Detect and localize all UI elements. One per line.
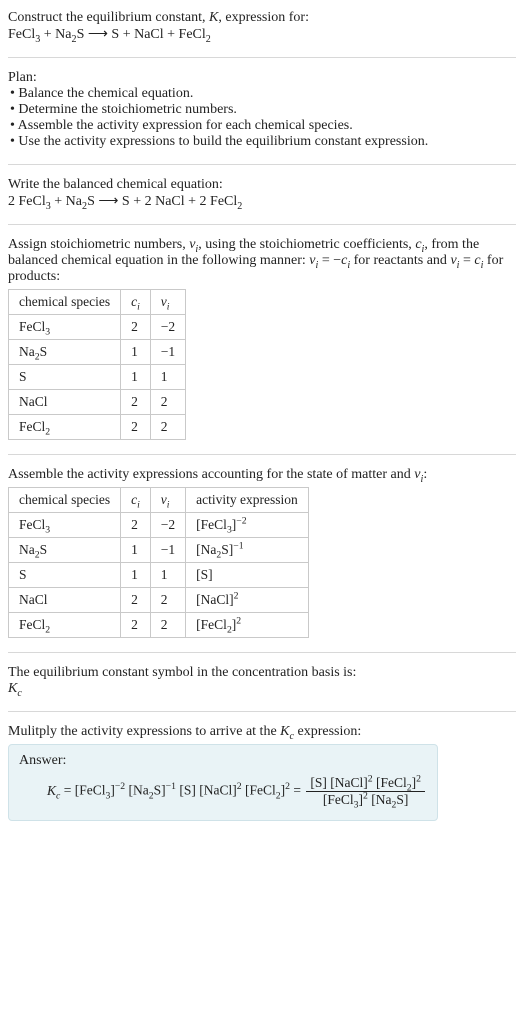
col-ci: ci	[121, 290, 151, 315]
stoich-table: chemical species ci νi FeCl3 2 −2 Na2S 1…	[8, 289, 186, 440]
activity-section: Assemble the activity expressions accoun…	[8, 463, 516, 648]
cell-species: Na2S	[9, 340, 121, 365]
cell-vi: 2	[150, 390, 185, 415]
plan-section: Plan: • Balance the chemical equation. •…	[8, 66, 516, 160]
multiply-section: Mulitply the activity expressions to arr…	[8, 720, 516, 831]
multiply-line: Mulitply the activity expressions to arr…	[8, 724, 516, 740]
cell-ci: 2	[121, 588, 151, 613]
col-species: chemical species	[9, 488, 121, 513]
cell-activity: [NaCl]2	[186, 588, 309, 613]
col-species: chemical species	[9, 290, 121, 315]
balanced-title: Write the balanced chemical equation:	[8, 177, 516, 193]
cell-vi: −1	[150, 340, 185, 365]
cell-activity: [Na2S]−1	[186, 538, 309, 563]
symbol-line: The equilibrium constant symbol in the c…	[8, 665, 516, 681]
plan-bullet: • Use the activity expressions to build …	[8, 134, 516, 150]
cell-ci: 2	[121, 390, 151, 415]
kc-expression: Kc = [FeCl3]−2 [Na2S]−1 [S] [NaCl]2 [FeC…	[19, 775, 427, 808]
divider	[8, 164, 516, 165]
cell-ci: 1	[121, 365, 151, 390]
table-row: NaCl 2 2 [NaCl]2	[9, 588, 309, 613]
divider	[8, 57, 516, 58]
cell-vi: 2	[150, 415, 185, 440]
cell-species: FeCl3	[9, 513, 121, 538]
cell-activity: [FeCl3]−2	[186, 513, 309, 538]
balanced-section: Write the balanced chemical equation: 2 …	[8, 173, 516, 220]
divider	[8, 711, 516, 712]
cell-species: NaCl	[9, 390, 121, 415]
cell-species: FeCl3	[9, 315, 121, 340]
cell-ci: 1	[121, 340, 151, 365]
prompt-section: Construct the equilibrium constant, K, e…	[8, 6, 516, 53]
plan-title: Plan:	[8, 70, 516, 86]
plan-bullet: • Determine the stoichiometric numbers.	[8, 102, 516, 118]
col-activity: activity expression	[186, 488, 309, 513]
table-header-row: chemical species ci νi activity expressi…	[9, 488, 309, 513]
plan-bullet: • Balance the chemical equation.	[8, 86, 516, 102]
col-ci: ci	[121, 488, 151, 513]
cell-ci: 1	[121, 563, 151, 588]
kc-fraction: [S] [NaCl]2 [FeCl2]2 [FeCl3]2 [Na2S]	[306, 775, 425, 808]
answer-box: Answer: Kc = [FeCl3]−2 [Na2S]−1 [S] [NaC…	[8, 744, 438, 821]
cell-species: Na2S	[9, 538, 121, 563]
cell-vi: 2	[150, 613, 185, 638]
cell-vi: −1	[150, 538, 185, 563]
col-vi: νi	[150, 290, 185, 315]
activity-title: Assemble the activity expressions accoun…	[8, 467, 516, 483]
cell-species: NaCl	[9, 588, 121, 613]
cell-species: FeCl2	[9, 415, 121, 440]
activity-table: chemical species ci νi activity expressi…	[8, 487, 309, 638]
cell-species: S	[9, 365, 121, 390]
table-row: FeCl3 2 −2 [FeCl3]−2	[9, 513, 309, 538]
cell-activity: [FeCl2]2	[186, 613, 309, 638]
cell-species: S	[9, 563, 121, 588]
cell-vi: 1	[150, 365, 185, 390]
table-row: S 1 1 [S]	[9, 563, 309, 588]
table-row: NaCl 2 2	[9, 390, 186, 415]
kc-numerator: [S] [NaCl]2 [FeCl2]2	[306, 775, 425, 792]
table-row: FeCl2 2 2 [FeCl2]2	[9, 613, 309, 638]
cell-ci: 2	[121, 415, 151, 440]
answer-label: Answer:	[19, 753, 427, 769]
kc-symbol: Kc	[8, 681, 516, 697]
table-row: Na2S 1 −1 [Na2S]−1	[9, 538, 309, 563]
table-row: S 1 1	[9, 365, 186, 390]
cell-vi: −2	[150, 315, 185, 340]
divider	[8, 224, 516, 225]
divider	[8, 652, 516, 653]
table-row: FeCl3 2 −2	[9, 315, 186, 340]
unbalanced-equation: FeCl3 + Na2S ⟶ S + NaCl + FeCl2	[8, 26, 516, 43]
prompt-line1: Construct the equilibrium constant, K, e…	[8, 10, 516, 26]
assign-section: Assign stoichiometric numbers, νi, using…	[8, 233, 516, 450]
assign-text: Assign stoichiometric numbers, νi, using…	[8, 237, 516, 285]
symbol-section: The equilibrium constant symbol in the c…	[8, 661, 516, 707]
balanced-equation: 2 FeCl3 + Na2S ⟶ S + 2 NaCl + 2 FeCl2	[8, 193, 516, 210]
cell-vi: −2	[150, 513, 185, 538]
divider	[8, 454, 516, 455]
cell-ci: 2	[121, 513, 151, 538]
cell-ci: 2	[121, 315, 151, 340]
table-row: FeCl2 2 2	[9, 415, 186, 440]
table-header-row: chemical species ci νi	[9, 290, 186, 315]
kc-denominator: [FeCl3]2 [Na2S]	[306, 792, 425, 808]
cell-activity: [S]	[186, 563, 309, 588]
cell-species: FeCl2	[9, 613, 121, 638]
table-row: Na2S 1 −1	[9, 340, 186, 365]
plan-bullet: • Assemble the activity expression for e…	[8, 118, 516, 134]
cell-vi: 1	[150, 563, 185, 588]
cell-vi: 2	[150, 588, 185, 613]
cell-ci: 1	[121, 538, 151, 563]
cell-ci: 2	[121, 613, 151, 638]
col-vi: νi	[150, 488, 185, 513]
